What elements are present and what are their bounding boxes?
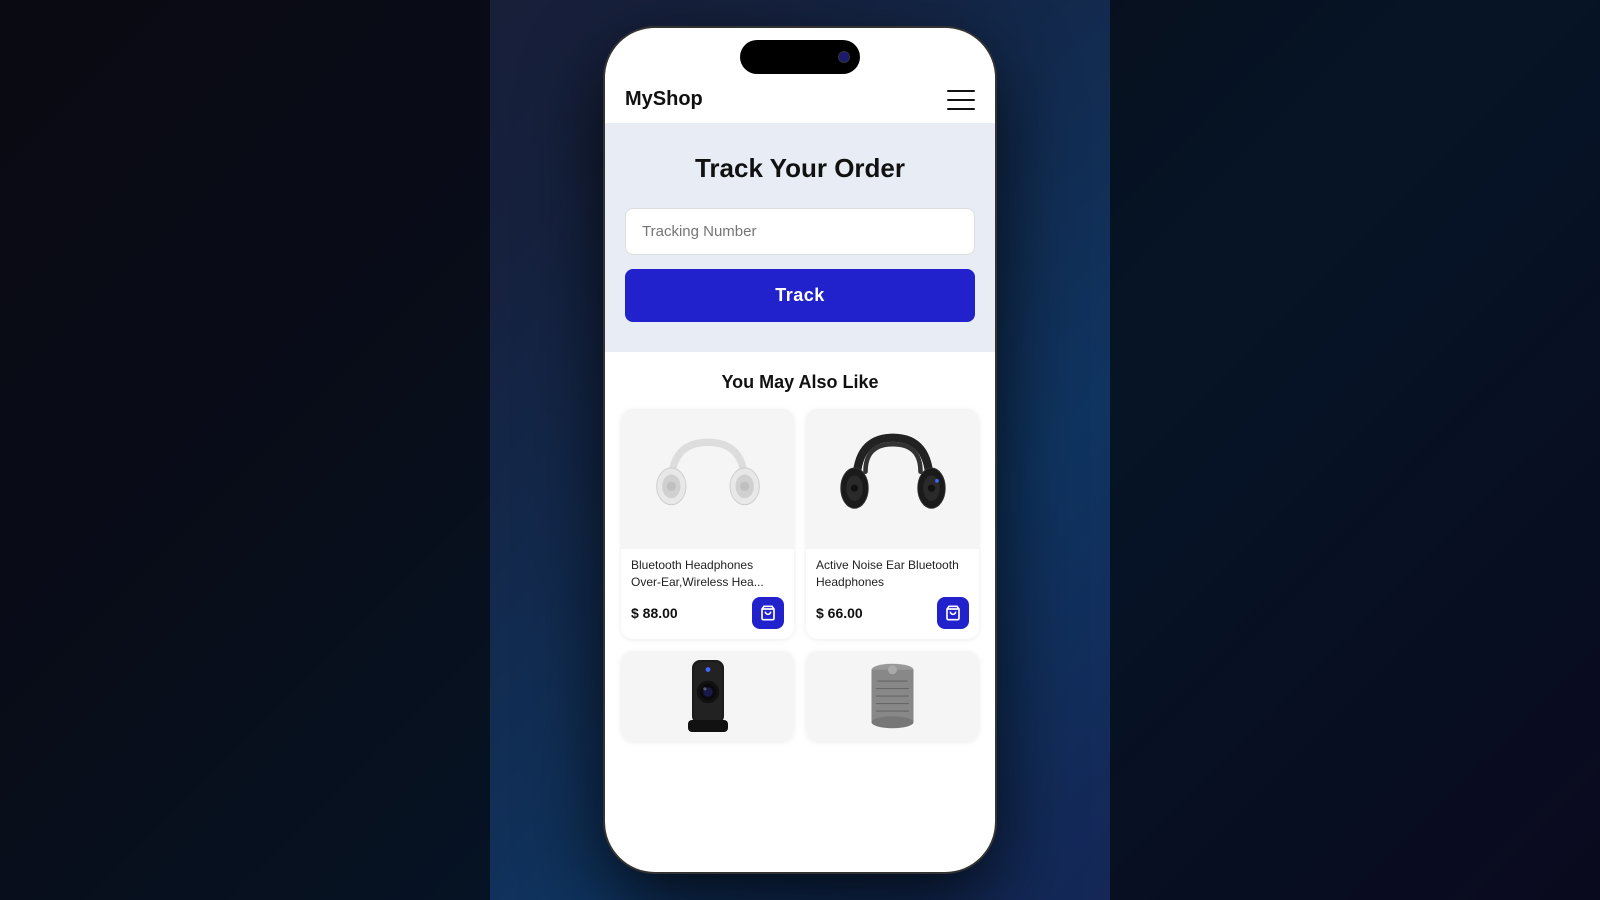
right-panel <box>1110 0 1600 900</box>
menu-line-1 <box>947 90 975 92</box>
product-image-1 <box>621 409 794 549</box>
track-heading: Track Your Order <box>625 153 975 184</box>
product-card-3 <box>621 651 794 741</box>
phone-frame: MyShop Track Your Order Track You May Al… <box>605 28 995 872</box>
phone-screen: MyShop Track Your Order Track You May Al… <box>605 28 995 872</box>
product-name-1: Bluetooth Headphones Over-Ear,Wireless H… <box>631 557 784 591</box>
track-section: Track Your Order Track <box>605 123 995 352</box>
dynamic-island-dot <box>838 51 850 63</box>
product-card-4 <box>806 651 979 741</box>
product-name-2: Active Noise Ear Bluetooth Headphones <box>816 557 969 591</box>
product-image-3 <box>621 651 794 741</box>
product-image-2 <box>806 409 979 549</box>
recommendations-heading: You May Also Like <box>621 372 979 393</box>
tracking-number-input[interactable] <box>625 208 975 255</box>
dynamic-island <box>740 40 860 74</box>
product-price-2: $ 66.00 <box>816 605 863 621</box>
add-to-cart-2[interactable] <box>937 597 969 629</box>
camera-image <box>668 651 748 741</box>
app-title: MyShop <box>625 88 703 111</box>
white-headphones-image <box>653 424 763 534</box>
recommendations-section: You May Also Like <box>605 352 995 761</box>
track-button[interactable]: Track <box>625 269 975 322</box>
menu-icon[interactable] <box>947 90 975 110</box>
product-info-1: Bluetooth Headphones Over-Ear,Wireless H… <box>621 549 794 639</box>
product-card-2: Active Noise Ear Bluetooth Headphones $ … <box>806 409 979 639</box>
product-footer-2: $ 66.00 <box>816 597 969 629</box>
cart-icon-2 <box>945 605 961 621</box>
phone-content[interactable]: Track Your Order Track You May Also Like <box>605 123 995 872</box>
product-price-1: $ 88.00 <box>631 605 678 621</box>
menu-line-2 <box>947 99 975 101</box>
menu-line-3 <box>947 108 975 110</box>
left-panel <box>0 0 490 900</box>
speaker-image <box>855 651 930 741</box>
products-grid: Bluetooth Headphones Over-Ear,Wireless H… <box>621 409 979 741</box>
product-image-4 <box>806 651 979 741</box>
add-to-cart-1[interactable] <box>752 597 784 629</box>
product-card-1: Bluetooth Headphones Over-Ear,Wireless H… <box>621 409 794 639</box>
cart-icon-1 <box>760 605 776 621</box>
product-info-2: Active Noise Ear Bluetooth Headphones $ … <box>806 549 979 639</box>
black-headphones-image <box>838 424 948 534</box>
product-footer-1: $ 88.00 <box>631 597 784 629</box>
